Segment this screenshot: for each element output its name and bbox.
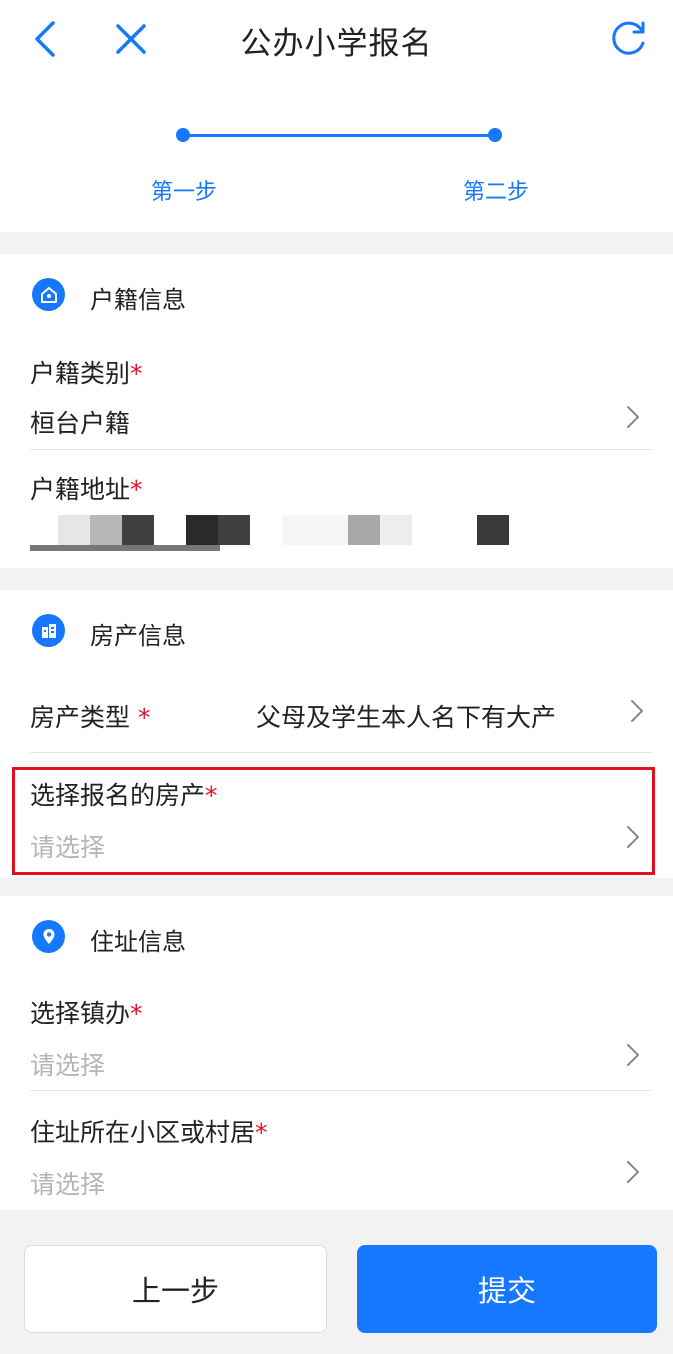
zhuzhi-section-header: 住址信息 bbox=[0, 896, 673, 976]
zhuzhi-town-row[interactable]: 选择镇办* 请选择 bbox=[0, 976, 673, 1089]
chevron-right-icon bbox=[627, 1161, 639, 1183]
fangchan-type-row[interactable]: 房产类型 * 父母及学生本人名下有大产 bbox=[0, 670, 673, 752]
chevron-right-icon bbox=[627, 406, 639, 428]
huji-type-label: 户籍类别* bbox=[30, 359, 143, 388]
step-dot-1 bbox=[176, 128, 190, 142]
huji-section-title: 户籍信息 bbox=[90, 286, 186, 314]
highlight-box bbox=[12, 767, 655, 875]
nav-bar: 公办小学报名 bbox=[0, 0, 673, 80]
refresh-icon bbox=[612, 21, 645, 55]
zhuzhi-community-row[interactable]: 住址所在小区或村居* 请选择 bbox=[0, 1091, 673, 1209]
chevron-right-icon bbox=[631, 700, 643, 722]
huji-type-value: 桓台户籍 bbox=[30, 409, 131, 438]
huji-address-row[interactable]: 户籍地址* bbox=[0, 450, 673, 568]
chevron-right-icon bbox=[627, 1044, 639, 1066]
fangchan-type-label: 房产类型 * bbox=[30, 703, 151, 732]
step-1-label: 第一步 bbox=[150, 180, 217, 205]
fangchan-section-header: 房产信息 bbox=[0, 590, 673, 670]
divider bbox=[30, 752, 652, 753]
submit-button[interactable]: 提交 bbox=[357, 1245, 657, 1333]
huji-section-header: 户籍信息 bbox=[0, 254, 673, 334]
home-icon bbox=[32, 278, 65, 311]
fangchan-type-value: 父母及学生本人名下有大产 bbox=[256, 703, 557, 732]
zhuzhi-community-label: 住址所在小区或村居* bbox=[30, 1118, 268, 1147]
huji-type-row[interactable]: 户籍类别* 桓台户籍 bbox=[0, 334, 673, 449]
zhuzhi-community-placeholder: 请选择 bbox=[30, 1170, 106, 1199]
map-pin-icon bbox=[32, 920, 65, 953]
section-gap bbox=[0, 568, 673, 590]
step-indicator: 第一步 第二步 bbox=[0, 110, 673, 230]
section-gap bbox=[0, 878, 673, 896]
step-progress-line bbox=[182, 134, 494, 137]
prev-step-button[interactable]: 上一步 bbox=[24, 1245, 327, 1333]
refresh-button[interactable] bbox=[603, 14, 653, 64]
page-title: 公办小学报名 bbox=[240, 26, 433, 62]
fangchan-section-title: 房产信息 bbox=[90, 622, 186, 650]
building-icon bbox=[32, 614, 65, 647]
step-dot-2 bbox=[488, 128, 502, 142]
section-gap bbox=[0, 232, 673, 254]
zhuzhi-section-title: 住址信息 bbox=[90, 928, 186, 956]
zhuzhi-town-placeholder: 请选择 bbox=[30, 1051, 106, 1080]
huji-address-label: 户籍地址* bbox=[30, 475, 143, 504]
step-2-label: 第二步 bbox=[462, 180, 529, 205]
zhuzhi-town-label: 选择镇办* bbox=[30, 999, 143, 1028]
